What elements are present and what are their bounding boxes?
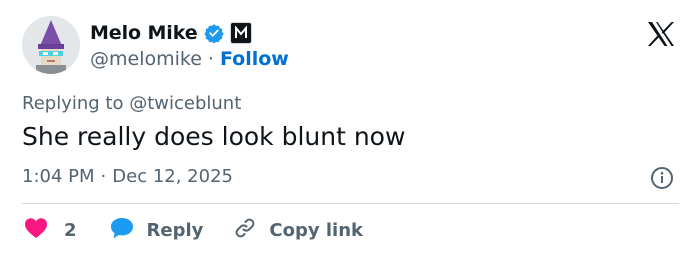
author-name-row: Melo Mike	[90, 19, 252, 47]
separator-dot: ·	[100, 166, 107, 187]
follow-button[interactable]: Follow	[220, 48, 289, 70]
reply-context-prefix: Replying to	[22, 93, 124, 114]
copy-link-label: Copy link	[269, 219, 363, 241]
action-bar: 2 Reply Copy link	[24, 215, 363, 245]
reply-label: Reply	[146, 219, 204, 241]
reply-context: Replying to @twiceblunt	[22, 93, 241, 114]
like-count: 2	[64, 219, 77, 241]
reply-bubble-icon	[109, 216, 135, 245]
x-logo-icon[interactable]	[646, 20, 676, 52]
divider	[22, 203, 679, 204]
avatar[interactable]	[22, 16, 80, 74]
heart-icon	[24, 217, 48, 244]
author-handle-row: @melomike · Follow	[90, 48, 289, 70]
like-button[interactable]: 2	[24, 217, 77, 244]
separator-dot: ·	[207, 48, 214, 70]
author-handle[interactable]: @melomike	[90, 48, 202, 70]
tweet-date[interactable]: Dec 12, 2025	[112, 166, 233, 187]
info-icon[interactable]	[650, 166, 674, 194]
link-icon	[233, 216, 257, 245]
affiliation-badge-icon[interactable]	[229, 22, 252, 44]
tweet-time[interactable]: 1:04 PM	[22, 166, 95, 187]
tweet-timestamp[interactable]: 1:04 PM · Dec 12, 2025	[22, 166, 233, 187]
reply-button[interactable]: Reply	[109, 216, 204, 245]
verified-badge-icon	[203, 23, 224, 43]
copy-link-button[interactable]: Copy link	[233, 216, 363, 245]
reply-mention-link[interactable]: @twiceblunt	[129, 93, 241, 114]
tweet-text: She really does look blunt now	[22, 122, 406, 151]
author-display-name[interactable]: Melo Mike	[90, 22, 198, 44]
